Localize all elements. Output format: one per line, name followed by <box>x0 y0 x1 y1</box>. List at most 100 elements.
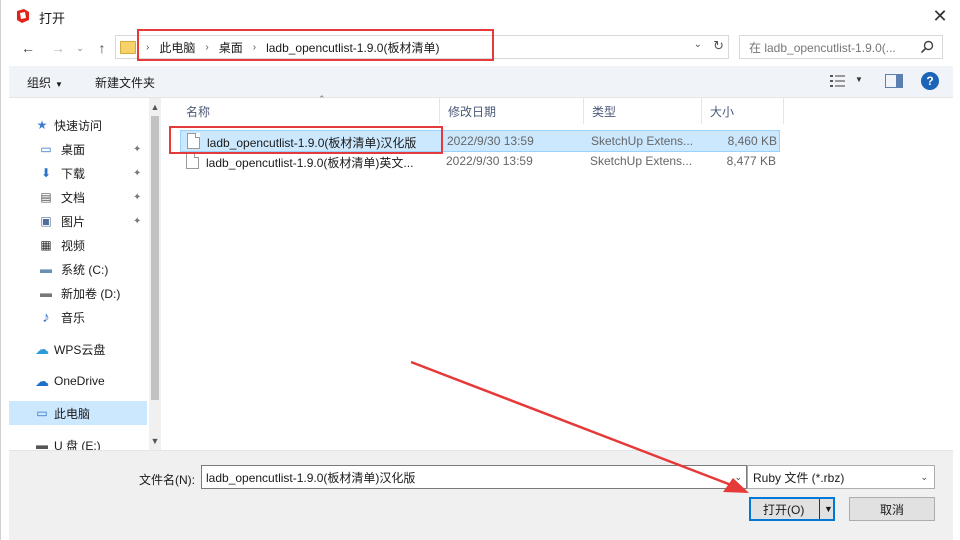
refresh-icon[interactable]: ↻ <box>713 38 724 54</box>
document-icon: ▤ <box>40 190 52 204</box>
file-row[interactable]: ladb_opencutlist-1.9.0(板材清单)汉化版 2022/9/3… <box>180 130 780 152</box>
sidebar-item-label: 桌面 <box>61 142 86 157</box>
file-name: ladb_opencutlist-1.9.0(板材清单)汉化版 <box>207 136 417 150</box>
chevron-right-icon[interactable]: › <box>146 42 149 53</box>
file-type-filter-select[interactable]: Ruby 文件 (*.rbz) ⌄ <box>747 465 935 489</box>
search-placeholder: 在 ladb_opencutlist-1.9.0(... <box>749 40 896 55</box>
new-folder-button[interactable]: 新建文件夹 <box>95 74 155 91</box>
column-header-type[interactable]: 类型 <box>584 98 702 124</box>
address-dropdown-icon[interactable]: ⌄ <box>694 39 702 50</box>
sidebar-item-label: OneDrive <box>54 374 105 388</box>
close-button[interactable]: ✕ <box>927 4 953 28</box>
sidebar-item-videos[interactable]: ▦ 视频 <box>9 233 147 257</box>
sidebar-item-label: WPS云盘 <box>54 342 106 357</box>
sidebar-item-documents[interactable]: ▤ 文档 ✦ <box>9 185 147 209</box>
sidebar-item-label: 图片 <box>61 214 86 229</box>
pin-icon: ✦ <box>133 215 142 227</box>
pin-icon: ✦ <box>133 143 142 155</box>
sidebar-item-label: 视频 <box>61 238 86 253</box>
open-button[interactable]: 打开(O) ▼ <box>749 497 835 521</box>
sidebar-scrollbar[interactable]: ▲ ▼ <box>149 98 161 450</box>
navigation-bar: ← → ⌄ ↑ › 此电脑 › 桌面 › ladb_opencutlist-1.… <box>1 34 960 62</box>
column-header-date[interactable]: 修改日期 <box>440 98 584 124</box>
sidebar-item-label: 文档 <box>61 190 86 205</box>
file-type: SketchUp Extens... <box>590 154 693 168</box>
drive-icon: ▬ <box>40 262 52 276</box>
organize-label: 组织 <box>27 76 52 90</box>
cancel-button[interactable]: 取消 <box>849 497 935 521</box>
sidebar-item-label: 下载 <box>61 166 86 181</box>
download-icon: ⬇ <box>40 166 52 180</box>
column-header-size[interactable]: 大小 <box>702 98 784 124</box>
sidebar-item-label: 音乐 <box>61 310 86 325</box>
sidebar-item-quick-access[interactable]: ★ 快速访问 <box>9 113 147 137</box>
view-options-icon[interactable] <box>829 73 847 89</box>
search-input[interactable]: 在 ladb_opencutlist-1.9.0(... <box>739 35 943 59</box>
organize-button[interactable]: 组织 ▼ <box>27 74 63 91</box>
chevron-down-icon[interactable]: ⌄ <box>734 472 742 483</box>
onedrive-icon: ☁ <box>35 372 49 389</box>
sidebar-item-label: U 盘 (E:) <box>54 438 101 451</box>
address-bar[interactable]: › 此电脑 › 桌面 › ladb_opencutlist-1.9.0(板材清单… <box>115 35 729 59</box>
sidebar-item-system-c[interactable]: ▬ 系统 (C:) <box>9 257 147 281</box>
sort-ascending-icon: ⌃ <box>318 94 326 104</box>
file-row[interactable]: ladb_opencutlist-1.9.0(板材清单)英文... 2022/9… <box>180 151 780 173</box>
preview-pane-icon[interactable] <box>885 74 903 88</box>
filename-input[interactable]: ladb_opencutlist-1.9.0(板材清单)汉化版 ⌄ <box>201 465 747 489</box>
sidebar-item-this-pc[interactable]: ▭ 此电脑 <box>9 401 147 425</box>
pin-icon: ✦ <box>133 191 142 203</box>
scrollbar-thumb[interactable] <box>151 116 159 400</box>
search-icon <box>920 40 934 54</box>
sidebar-item-label: 快速访问 <box>54 118 103 133</box>
sidebar-item-music[interactable]: ♪ 音乐 <box>9 305 147 329</box>
sidebar-item-downloads[interactable]: ⬇ 下载 ✦ <box>9 161 147 185</box>
sidebar-item-pictures[interactable]: ▣ 图片 ✦ <box>9 209 147 233</box>
column-label: 名称 <box>186 104 211 119</box>
sidebar-item-new-volume-d[interactable]: ▬ 新加卷 (D:) <box>9 281 147 305</box>
sidebar-item-label: 此电脑 <box>54 406 91 421</box>
picture-icon: ▣ <box>40 214 52 228</box>
filter-value: Ruby 文件 (*.rbz) <box>753 470 845 485</box>
help-icon[interactable]: ? <box>921 72 939 90</box>
up-button[interactable]: ↑ <box>91 36 113 60</box>
file-date: 2022/9/30 13:59 <box>446 154 533 168</box>
back-button[interactable]: ← <box>17 36 39 60</box>
chevron-down-icon: ⌄ <box>920 472 928 482</box>
file-date: 2022/9/30 13:59 <box>447 134 534 148</box>
drive-icon: ▬ <box>40 286 52 300</box>
open-file-dialog: 打开 ✕ ← → ⌄ ↑ › 此电脑 › 桌面 › ladb_opencutli… <box>0 0 960 540</box>
breadcrumb-this-pc[interactable]: 此电脑 <box>159 39 195 56</box>
recent-locations-button[interactable]: ⌄ <box>73 36 87 60</box>
chevron-right-icon[interactable]: › <box>253 42 256 53</box>
scroll-up-icon[interactable]: ▲ <box>149 100 161 114</box>
pin-icon: ✦ <box>133 167 142 179</box>
breadcrumb-current-folder[interactable]: ladb_opencutlist-1.9.0(板材清单) <box>266 39 439 56</box>
sidebar-item-label: 新加卷 (D:) <box>61 286 121 301</box>
caret-down-icon: ▼ <box>55 80 63 89</box>
column-header-name[interactable]: 名称 ⌃ <box>178 94 440 124</box>
sidebar-item-usb-e[interactable]: ▬ U 盘 (E:) <box>9 433 147 450</box>
forward-button[interactable]: → <box>47 36 69 60</box>
desktop-icon: ▭ <box>40 142 52 156</box>
sidebar-item-wps-cloud[interactable]: ☁ WPS云盘 <box>9 337 147 361</box>
file-name: ladb_opencutlist-1.9.0(板材清单)英文... <box>206 156 414 170</box>
navigation-pane: ★ 快速访问 ▭ 桌面 ✦ ⬇ 下载 ✦ ▤ 文档 ✦ ▣ 图片 ✦ ▦ 视频 … <box>9 98 161 450</box>
file-size: 8,477 KB <box>726 154 776 168</box>
arrow-up-icon: ↑ <box>98 40 106 56</box>
music-icon: ♪ <box>42 308 50 326</box>
open-dropdown-icon[interactable]: ▼ <box>824 504 833 514</box>
file-list: 名称 ⌃ 修改日期 类型 大小 ladb_opencutlist-1.9.0(板… <box>164 94 953 450</box>
sidebar-item-desktop[interactable]: ▭ 桌面 ✦ <box>9 137 147 161</box>
window-title: 打开 <box>39 11 66 26</box>
view-dropdown-icon[interactable]: ▼ <box>855 75 863 84</box>
file-icon <box>186 153 199 169</box>
folder-icon <box>120 40 136 54</box>
scroll-down-icon[interactable]: ▼ <box>149 434 161 448</box>
sketchup-app-icon <box>17 9 29 23</box>
sidebar-item-onedrive[interactable]: ☁ OneDrive <box>9 369 147 393</box>
usb-drive-icon: ▬ <box>36 438 48 450</box>
chevron-right-icon[interactable]: › <box>205 42 208 53</box>
sidebar-item-label: 系统 (C:) <box>61 262 109 277</box>
breadcrumb-desktop[interactable]: 桌面 <box>219 39 243 56</box>
star-icon: ★ <box>36 118 48 132</box>
